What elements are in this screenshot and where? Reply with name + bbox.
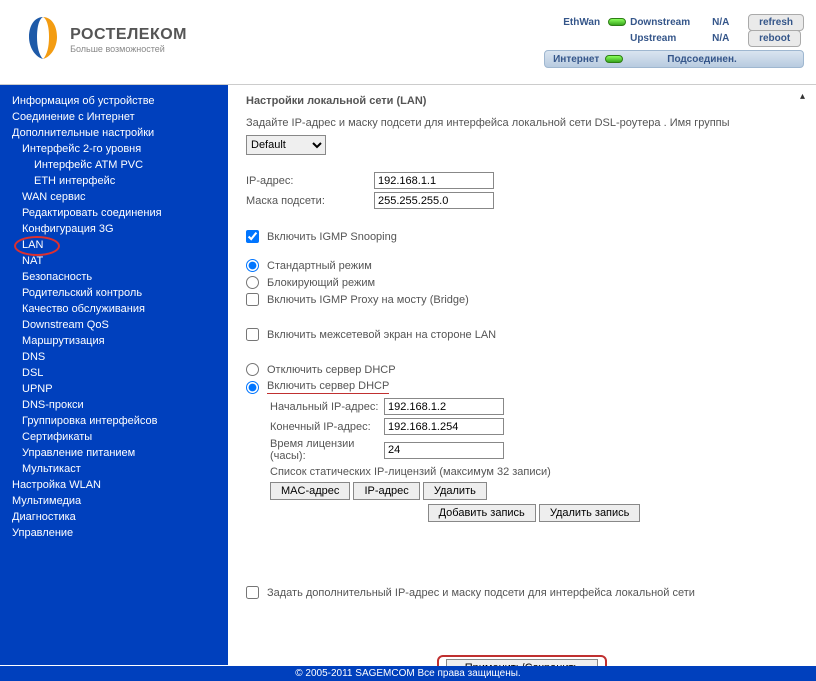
nav-device-info[interactable]: Информация об устройстве [0, 93, 228, 109]
nav-edit-conn[interactable]: Редактировать соединения [0, 205, 228, 221]
internet-label: Интернет [553, 54, 599, 65]
rostelecom-icon [25, 15, 61, 64]
dhcp-on-label: Включить сервер DHCP [267, 380, 389, 394]
dhcp-off-label: Отключить сервер DHCP [267, 364, 396, 376]
refresh-button[interactable]: refresh [748, 14, 804, 31]
nav-dns[interactable]: DNS [0, 349, 228, 365]
nav-lan[interactable]: LAN [0, 237, 228, 253]
nav-eth-iface[interactable]: ETH интерфейс [0, 173, 228, 189]
brand-logo: РОСТЕЛЕКОМ Больше возможностей [25, 15, 187, 64]
internet-status: Подсоединен. [667, 54, 737, 65]
nav-wlan[interactable]: Настройка WLAN [0, 477, 228, 493]
content-area: ▴ Настройки локальной сети (LAN) Задайте… [228, 85, 816, 665]
upstream-label: Upstream [630, 33, 712, 44]
footer-copyright: © 2005-2011 SAGEMCOM Все права защищены. [0, 666, 816, 681]
sidebar-nav: Информация об устройстве Соединение с Ин… [0, 85, 228, 665]
nav-advanced[interactable]: Дополнительные настройки [0, 125, 228, 141]
block-mode-label: Блокирующий режим [267, 277, 375, 289]
dhcp-start-label: Начальный IP-адрес: [246, 401, 384, 413]
lan-firewall-checkbox[interactable] [246, 328, 259, 341]
nav-atm-pvc[interactable]: Интерфейс ATM PVC [0, 157, 228, 173]
ethwan-label: EthWan [544, 17, 604, 28]
lease-label: Время лицензии (часы): [246, 438, 384, 462]
ethwan-led-icon [608, 18, 626, 26]
nav-routing[interactable]: Маршрутизация [0, 333, 228, 349]
dhcp-on-radio[interactable] [246, 381, 259, 394]
nav-dsl[interactable]: DSL [0, 365, 228, 381]
upstream-value: N/A [712, 33, 742, 44]
downstream-label: Downstream [630, 17, 712, 28]
mask-input[interactable] [374, 192, 494, 209]
block-mode-radio[interactable] [246, 276, 259, 289]
mask-label: Маска подсети: [246, 195, 374, 207]
group-select[interactable]: Default [246, 135, 326, 155]
nav-dns-proxy[interactable]: DNS-прокси [0, 397, 228, 413]
igmp-proxy-label: Включить IGMP Proxy на мосту (Bridge) [267, 294, 469, 306]
add-entry-button[interactable]: Добавить запись [428, 504, 536, 522]
page-title: Настройки локальной сети (LAN) [246, 95, 798, 107]
downstream-value: N/A [712, 17, 742, 28]
nav-wan-service[interactable]: WAN сервис [0, 189, 228, 205]
nav-security[interactable]: Безопасность [0, 269, 228, 285]
igmp-snooping-label: Включить IGMP Snooping [267, 231, 397, 243]
ip-input[interactable] [374, 172, 494, 189]
nav-multicast[interactable]: Мультикаст [0, 461, 228, 477]
nav-upnp[interactable]: UPNP [0, 381, 228, 397]
page-desc: Задайте IP-адрес и маску подсети для инт… [246, 117, 798, 129]
nav-cfg-3g[interactable]: Конфигурация 3G [0, 221, 228, 237]
nav-internet-conn[interactable]: Соединение с Интернет [0, 109, 228, 125]
std-mode-label: Стандартный режим [267, 260, 372, 272]
ip-col-button[interactable]: IP-адрес [353, 482, 419, 500]
dhcp-off-radio[interactable] [246, 363, 259, 376]
igmp-snooping-checkbox[interactable] [246, 230, 259, 243]
internet-led-icon [605, 55, 623, 63]
static-list-label: Список статических IP-лицензий (максимум… [270, 466, 798, 478]
brand-tagline: Больше возможностей [70, 44, 187, 54]
nav-power-mgmt[interactable]: Управление питанием [0, 445, 228, 461]
lease-input[interactable] [384, 442, 504, 459]
mac-col-button[interactable]: MAC-адрес [270, 482, 350, 500]
nav-certs[interactable]: Сертификаты [0, 429, 228, 445]
reboot-button[interactable]: reboot [748, 30, 801, 47]
del-entry-button[interactable]: Удалить запись [539, 504, 641, 522]
second-ip-label: Задать дополнительный IP-адрес и маску п… [267, 587, 695, 599]
dhcp-end-input[interactable] [384, 418, 504, 435]
nav-nat[interactable]: NAT [0, 253, 228, 269]
nav-l2-interface[interactable]: Интерфейс 2-го уровня [0, 141, 228, 157]
igmp-proxy-checkbox[interactable] [246, 293, 259, 306]
nav-qos[interactable]: Качество обслуживания [0, 301, 228, 317]
lan-firewall-label: Включить межсетевой экран на стороне LAN [267, 329, 496, 341]
nav-iface-group[interactable]: Группировка интерфейсов [0, 413, 228, 429]
nav-parental[interactable]: Родительский контроль [0, 285, 228, 301]
std-mode-radio[interactable] [246, 259, 259, 272]
second-ip-checkbox[interactable] [246, 586, 259, 599]
scroll-up-icon[interactable]: ▴ [800, 91, 812, 103]
dhcp-start-input[interactable] [384, 398, 504, 415]
brand-name: РОСТЕЛЕКОМ [70, 26, 187, 44]
nav-diag[interactable]: Диагностика [0, 509, 228, 525]
dhcp-end-label: Конечный IP-адрес: [246, 421, 384, 433]
nav-mgmt[interactable]: Управление [0, 525, 228, 541]
status-panel: EthWan Downstream N/A refresh Upstream N… [544, 14, 804, 68]
nav-multimedia[interactable]: Мультимедиа [0, 493, 228, 509]
del-col-button[interactable]: Удалить [423, 482, 487, 500]
nav-downstream-qos[interactable]: Downstream QoS [0, 317, 228, 333]
ip-label: IP-адрес: [246, 175, 374, 187]
